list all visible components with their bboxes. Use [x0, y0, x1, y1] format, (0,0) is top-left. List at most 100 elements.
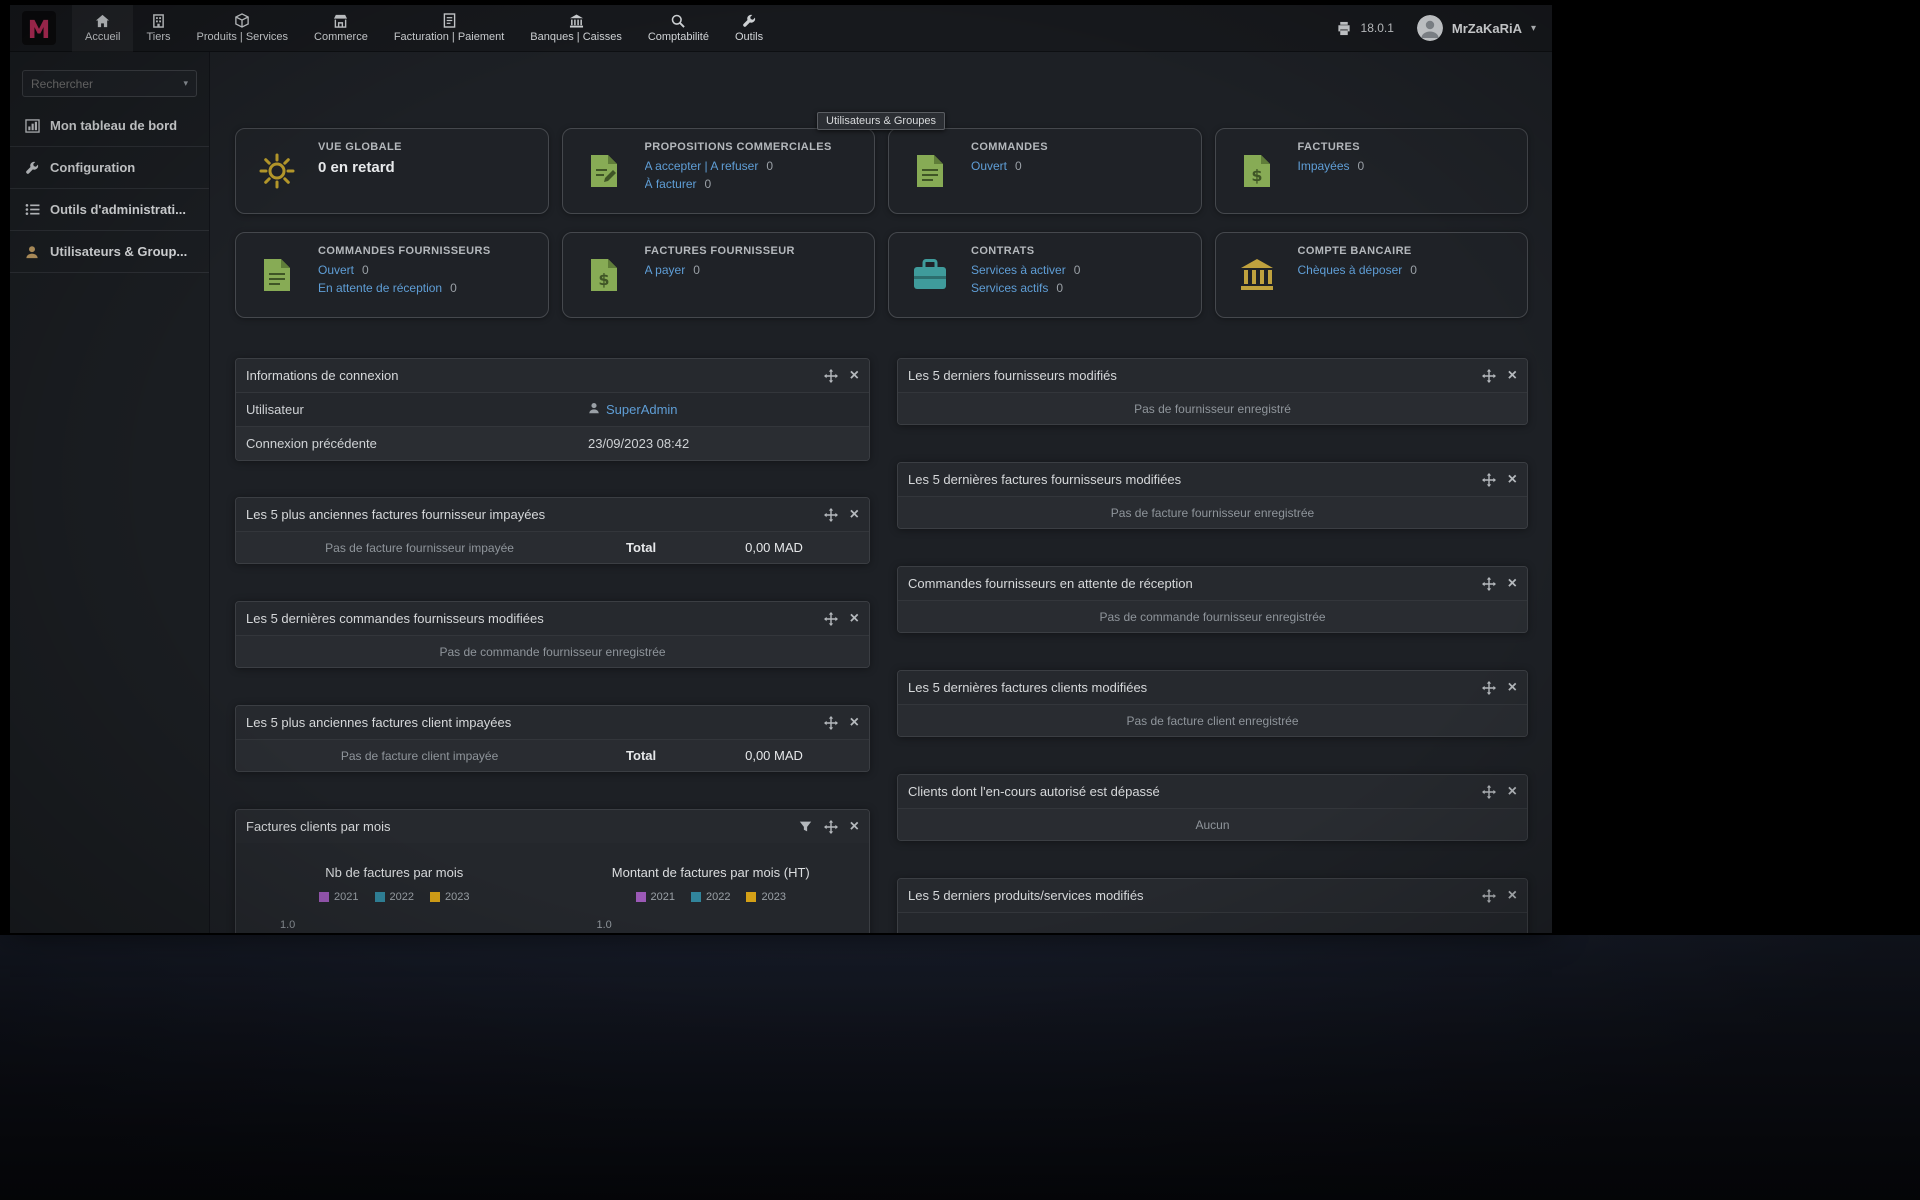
menu-accueil[interactable]: Accueil	[72, 5, 133, 52]
sidebar-item-label: Outils d'administrati...	[50, 202, 186, 217]
y-axis-tick: 1.0	[597, 919, 870, 931]
empty-message: Aucun	[898, 808, 1527, 840]
kpi-title: COMPTE BANCAIRE	[1298, 245, 1528, 257]
move-icon[interactable]	[1482, 785, 1496, 799]
close-icon[interactable]: ×	[850, 368, 859, 384]
move-icon[interactable]	[1482, 681, 1496, 695]
superadmin-link[interactable]: SuperAdmin	[606, 402, 678, 417]
chevron-down-icon[interactable]: ▾	[1531, 23, 1536, 34]
legend-swatch-2023	[746, 892, 756, 902]
legend-swatch-2022	[375, 892, 385, 902]
avatar[interactable]	[1417, 15, 1443, 41]
close-icon[interactable]: ×	[850, 611, 859, 627]
chart-montant-factures: Montant de factures par mois (HT) 2021 2…	[553, 865, 870, 931]
sidebar-item-dashboard[interactable]: Mon tableau de bord	[10, 105, 209, 147]
sidebar-item-users-groups[interactable]: Utilisateurs & Group...	[10, 231, 209, 273]
search-field[interactable]	[31, 77, 177, 91]
search-input[interactable]: ▾	[22, 70, 197, 97]
menu-comptabilite[interactable]: Comptabilité	[635, 5, 722, 52]
menu-facturation-paiement[interactable]: Facturation | Paiement	[381, 5, 517, 52]
kpi-title: FACTURES FOURNISSEUR	[645, 245, 875, 257]
close-icon[interactable]: ×	[1508, 472, 1517, 488]
supplier-invoice-icon: $	[563, 233, 645, 317]
close-icon[interactable]: ×	[1508, 368, 1517, 384]
close-icon[interactable]: ×	[1508, 888, 1517, 904]
widget-title: Les 5 plus anciennes factures client imp…	[246, 715, 824, 730]
sidebar-item-admin-tools[interactable]: Outils d'administrati...	[10, 189, 209, 231]
widget-title: Les 5 derniers fournisseurs modifiés	[908, 368, 1482, 383]
move-icon[interactable]	[1482, 369, 1496, 383]
legend-label: 2022	[706, 891, 730, 903]
kpi-link[interactable]: Services à activer	[971, 263, 1066, 277]
close-icon[interactable]: ×	[850, 819, 859, 835]
y-axis-tick: 1.0	[280, 919, 553, 931]
close-icon[interactable]: ×	[850, 507, 859, 523]
legend-swatch-2023	[430, 892, 440, 902]
accounting-icon	[671, 13, 685, 28]
menu-commerce[interactable]: Commerce	[301, 5, 381, 52]
widget-body-clipped	[898, 912, 1527, 933]
kpi-link[interactable]: Ouvert	[318, 263, 354, 277]
kpi-late-count: 0 en retard	[318, 159, 548, 176]
move-icon[interactable]	[1482, 889, 1496, 903]
move-icon[interactable]	[824, 369, 838, 383]
empty-message: Pas de fournisseur enregistré	[898, 392, 1527, 424]
menu-tiers[interactable]: Tiers	[133, 5, 183, 52]
move-icon[interactable]	[1482, 577, 1496, 591]
kpi-commandes: COMMANDES Ouvert0	[888, 128, 1202, 214]
configuration-icon	[24, 161, 40, 175]
close-icon[interactable]: ×	[1508, 680, 1517, 696]
widget-supplier-orders-modified: Les 5 dernières commandes fournisseurs m…	[235, 601, 870, 668]
menu-label: Banques | Caisses	[530, 31, 622, 43]
kpi-count: 0	[1015, 159, 1022, 173]
printer-icon[interactable]	[1336, 21, 1352, 36]
move-icon[interactable]	[824, 508, 838, 522]
kpi-link[interactable]: A payer	[645, 263, 686, 277]
move-icon[interactable]	[824, 612, 838, 626]
menu-label: Comptabilité	[648, 31, 709, 43]
menu-produits-services[interactable]: Produits | Services	[184, 5, 302, 52]
kpi-commandes-fournisseurs: COMMANDES FOURNISSEURS Ouvert0 En attent…	[235, 232, 549, 318]
kpi-count: 0	[693, 263, 700, 277]
widget-title: Les 5 dernières factures clients modifié…	[908, 680, 1482, 695]
users-icon	[24, 245, 40, 259]
kpi-link[interactable]: En attente de réception	[318, 281, 442, 295]
empty-message: Pas de facture fournisseur impayée	[236, 541, 603, 555]
bank-account-icon	[1216, 233, 1298, 317]
kpi-title: CONTRATS	[971, 245, 1201, 257]
row-label: Utilisateur	[236, 402, 588, 417]
kpi-link[interactable]: À facturer	[645, 177, 697, 191]
search-caret-icon[interactable]: ▾	[183, 78, 188, 89]
legend-label: 2021	[651, 891, 675, 903]
charts-area: Nb de factures par mois 2021 2022 2023 1…	[236, 843, 869, 931]
logo-m-icon	[28, 18, 50, 38]
sidebar-item-configuration[interactable]: Configuration	[10, 147, 209, 189]
close-icon[interactable]: ×	[1508, 784, 1517, 800]
kpi-link[interactable]: Chèques à déposer	[1298, 263, 1403, 277]
chart-title: Montant de factures par mois (HT)	[553, 865, 870, 880]
topbar-right-cluster: 18.0.1 MrZaKaRiA ▾	[1336, 15, 1552, 41]
filter-icon[interactable]	[799, 820, 812, 833]
table-row: Utilisateur SuperAdmin	[236, 392, 869, 426]
move-icon[interactable]	[824, 820, 838, 834]
totals-row: Pas de facture client impayée Total 0,00…	[236, 739, 869, 771]
close-icon[interactable]: ×	[850, 715, 859, 731]
bank-icon	[569, 13, 584, 28]
app-logo[interactable]	[22, 11, 56, 45]
widget-title: Factures clients par mois	[246, 819, 799, 834]
user-menu[interactable]: MrZaKaRiA	[1452, 21, 1522, 36]
kpi-link[interactable]: Ouvert	[971, 159, 1007, 173]
menu-outils[interactable]: Outils	[722, 5, 776, 52]
empty-message: Pas de facture client impayée	[236, 749, 603, 763]
kpi-link[interactable]: A accepter | A refuser	[645, 159, 759, 173]
close-icon[interactable]: ×	[1508, 576, 1517, 592]
move-icon[interactable]	[824, 716, 838, 730]
widget-title: Les 5 dernières factures fournisseurs mo…	[908, 472, 1482, 487]
kpi-link[interactable]: Services actifs	[971, 281, 1048, 295]
widget-last-products-services: Les 5 derniers produits/services modifié…	[897, 878, 1528, 933]
widget-title: Les 5 dernières commandes fournisseurs m…	[246, 611, 824, 626]
menu-banques-caisses[interactable]: Banques | Caisses	[517, 5, 635, 52]
move-icon[interactable]	[1482, 473, 1496, 487]
kpi-link[interactable]: Impayées	[1298, 159, 1350, 173]
kpi-factures: $ FACTURES Impayées0	[1215, 128, 1529, 214]
